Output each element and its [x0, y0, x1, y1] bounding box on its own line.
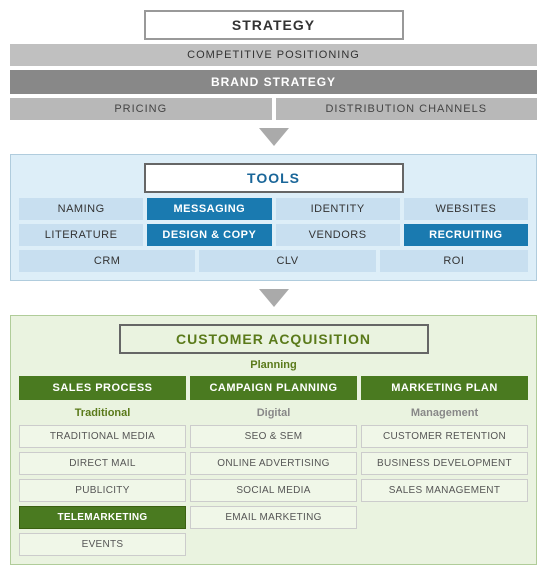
tool-naming: NAMING: [19, 198, 143, 220]
ca-social-media: SOCIAL MEDIA: [190, 479, 357, 502]
ca-traditional-media: TRADITIONAL MEDIA: [19, 425, 186, 448]
ca-campaign-planning: CAMPAIGN PLANNING: [190, 376, 357, 400]
tool-roi: ROI: [380, 250, 528, 272]
ca-col-traditional: Traditional TRADITIONAL MEDIA DIRECT MAI…: [19, 405, 186, 556]
tool-literature: LITERATURE: [19, 224, 143, 246]
tools-grid: NAMING MESSAGING IDENTITY WEBSITES LITER…: [19, 198, 528, 272]
pricing-dist-row: PRICING DISTRIBUTION CHANNELS: [10, 98, 537, 120]
ca-customer-retention: CUSTOMER RETENTION: [361, 425, 528, 448]
ca-direct-mail: DIRECT MAIL: [19, 452, 186, 475]
tool-websites: WEBSITES: [404, 198, 528, 220]
tool-messaging: MESSAGING: [147, 198, 271, 220]
digital-label: Digital: [190, 405, 357, 421]
ca-mgmt-empty-2: [361, 531, 528, 552]
ca-title: CUSTOMER ACQUISITION: [119, 324, 429, 354]
tool-design-copy: DESIGN & COPY: [147, 224, 271, 246]
management-label: Management: [361, 405, 528, 421]
tools-row-1: NAMING MESSAGING IDENTITY WEBSITES: [19, 198, 528, 220]
pricing: PRICING: [10, 98, 272, 120]
ca-mgmt-empty-1: [361, 506, 528, 527]
ca-digital-empty: [190, 533, 357, 554]
ca-sales-process: SALES PROCESS: [19, 376, 186, 400]
planning-label: Planning: [250, 359, 296, 371]
tool-crm: CRM: [19, 250, 195, 272]
ca-sales-management: SALES MANAGEMENT: [361, 479, 528, 502]
tool-vendors: VENDORS: [276, 224, 400, 246]
tools-title: TOOLS: [144, 163, 404, 193]
tool-clv: CLV: [199, 250, 375, 272]
customer-acquisition-section: CUSTOMER ACQUISITION Planning SALES PROC…: [10, 315, 537, 565]
ca-top-row: SALES PROCESS CAMPAIGN PLANNING MARKETIN…: [19, 376, 528, 400]
strategy-title: STRATEGY: [144, 10, 404, 40]
ca-seo-sem: SEO & SEM: [190, 425, 357, 448]
ca-col-management: Management CUSTOMER RETENTION BUSINESS D…: [361, 405, 528, 556]
arrow-down-1: [259, 128, 289, 146]
ca-business-development: BUSINESS DEVELOPMENT: [361, 452, 528, 475]
arrow-down-2: [259, 289, 289, 307]
ca-events: EVENTS: [19, 533, 186, 556]
ca-telemarketing: TELEMARKETING: [19, 506, 186, 529]
ca-publicity: PUBLICITY: [19, 479, 186, 502]
traditional-label: Traditional: [19, 405, 186, 421]
ca-col-digital: Digital SEO & SEM ONLINE ADVERTISING SOC…: [190, 405, 357, 556]
distribution-channels: DISTRIBUTION CHANNELS: [276, 98, 538, 120]
tool-recruiting: RECRUITING: [404, 224, 528, 246]
ca-online-advertising: ONLINE ADVERTISING: [190, 452, 357, 475]
tool-identity: IDENTITY: [276, 198, 400, 220]
strategy-section: STRATEGY COMPETITIVE POSITIONING BRAND S…: [10, 10, 537, 120]
ca-email-marketing: EMAIL MARKETING: [190, 506, 357, 529]
tools-row-2: LITERATURE DESIGN & COPY VENDORS RECRUIT…: [19, 224, 528, 246]
brand-strategy: BRAND STRATEGY: [10, 70, 537, 94]
tools-row-3: CRM CLV ROI: [19, 250, 528, 272]
main-diagram: STRATEGY COMPETITIVE POSITIONING BRAND S…: [10, 10, 537, 565]
ca-marketing-plan: MARKETING PLAN: [361, 376, 528, 400]
ca-categories: Traditional TRADITIONAL MEDIA DIRECT MAI…: [19, 405, 528, 556]
competitive-positioning: COMPETITIVE POSITIONING: [10, 44, 537, 66]
tools-section: TOOLS NAMING MESSAGING IDENTITY WEBSITES…: [10, 154, 537, 281]
